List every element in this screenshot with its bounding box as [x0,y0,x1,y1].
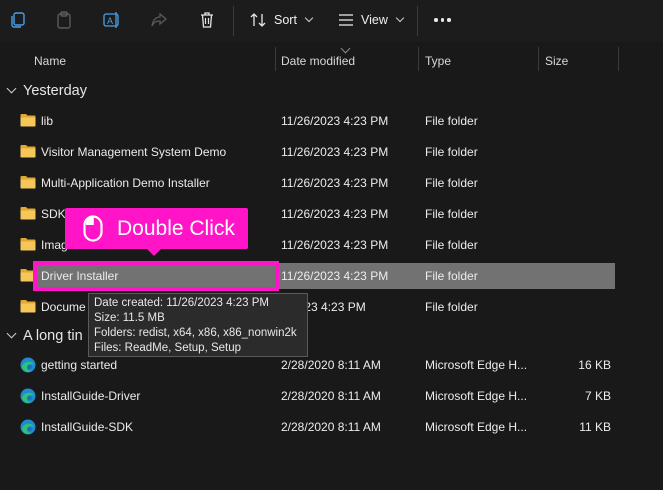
view-icon [339,14,353,26]
file-type: File folder [425,114,478,128]
edge-icon [20,419,36,435]
copy-icon[interactable] [7,9,29,31]
command-bar: A Sort View [0,0,663,42]
more-options-icon[interactable] [434,18,451,22]
file-size: 11 KB [579,420,611,434]
folder-icon [20,176,36,189]
folder-icon [20,145,36,158]
file-row[interactable]: Visitor Management System Demo 11/26/2023… [0,139,615,165]
file-date: 11/26/2023 4:23 PM [281,114,389,128]
file-type: File folder [425,207,478,221]
chevron-down-icon [304,13,314,23]
group-header-long-time-ago[interactable]: A long tin [6,328,83,344]
folder-icon [20,114,36,127]
group-header-yesterday[interactable]: Yesterday [6,83,87,99]
delete-icon[interactable] [196,9,218,31]
file-name: InstallGuide-SDK [41,420,134,434]
toolbar-divider [233,6,234,36]
file-date: 2/28/2020 8:11 AM [281,389,381,403]
file-type: File folder [425,269,478,283]
column-divider[interactable] [618,47,619,71]
tooltip-size: Size: 11.5 MB [94,312,165,324]
folder-info-tooltip: Date created: 11/26/2023 4:23 PM Size: 1… [88,293,308,357]
file-date: 11/26/2023 4:23 PM [281,176,389,190]
file-date: 11/26/2023 4:23 PM [281,269,389,283]
file-row[interactable]: lib 11/26/2023 4:23 PM File folder [0,108,615,134]
file-name: Multi-Application Demo Installer [41,176,210,190]
tooltip-folders: Folders: redist, x64, x86, x86_nonwin2k [94,327,297,339]
double-click-callout: Double Click [65,208,248,249]
view-label: View [361,13,388,27]
file-name: Imag [41,238,68,252]
callout-text: Double Click [117,217,235,240]
file-date: 2/28/2020 8:11 AM [281,420,381,434]
file-type: File folder [425,145,478,159]
file-type: Microsoft Edge H... [425,389,528,403]
rename-icon[interactable]: A [101,9,123,31]
callout-pointer [146,248,162,256]
column-name[interactable]: Name [34,54,66,68]
sort-icon [250,13,266,27]
column-header: Name Date modified Type Size [0,43,663,74]
file-date: 11/26/2023 4:23 PM [281,207,389,221]
file-row[interactable]: Multi-Application Demo Installer 11/26/20… [0,170,615,196]
file-row[interactable]: InstallGuide-SDK 2/28/2020 8:11 AM Microso… [0,414,615,440]
file-date: 2/28/2020 8:11 AM [281,358,381,372]
file-type: File folder [425,300,478,314]
file-date: 11/26/2023 4:23 PM [281,145,389,159]
folder-icon [20,238,36,251]
highlight-box [33,261,279,291]
view-button[interactable]: View [338,9,405,31]
group-label: Yesterday [23,83,87,99]
file-size: 16 KB [578,358,611,372]
toolbar-divider [417,6,418,36]
paste-icon[interactable] [53,9,75,31]
file-name: SDK [41,207,66,221]
file-type: Microsoft Edge H... [425,358,528,372]
sort-label: Sort [274,13,297,27]
column-divider[interactable] [538,47,539,71]
file-row[interactable]: InstallGuide-Driver 2/28/2020 8:11 AM Micr… [0,383,615,409]
folder-icon [20,207,36,220]
column-size[interactable]: Size [545,54,568,68]
file-name: Docume [41,300,86,314]
column-divider[interactable] [275,47,276,71]
file-name: InstallGuide-Driver [41,389,141,403]
sort-indicator-icon [340,43,351,54]
file-name: lib [41,114,54,128]
file-size: 7 KB [584,389,611,403]
file-type: Microsoft Edge H... [425,420,528,434]
sort-button[interactable]: Sort [250,9,314,31]
tooltip-files: Files: ReadMe, Setup, Setup [94,342,242,354]
column-divider[interactable] [418,47,419,71]
file-name: Visitor Management System Demo [41,145,227,159]
chevron-down-icon [395,13,405,23]
edge-icon [20,388,36,404]
file-name: getting started [41,358,118,372]
svg-text:A: A [107,16,113,26]
file-type: File folder [425,238,478,252]
folder-icon [20,300,36,313]
edge-icon [20,357,36,373]
column-date-modified[interactable]: Date modified [281,54,355,68]
group-label: A long tin [23,328,83,344]
chevron-down-icon [6,328,17,339]
file-date: 11/26/2023 4:23 PM [281,238,389,252]
mouse-icon [83,215,103,242]
chevron-down-icon [6,83,17,94]
file-type: File folder [425,176,478,190]
tooltip-date-created: Date created: 11/26/2023 4:23 PM [94,297,269,309]
column-type[interactable]: Type [425,54,451,68]
share-icon[interactable] [148,9,170,31]
